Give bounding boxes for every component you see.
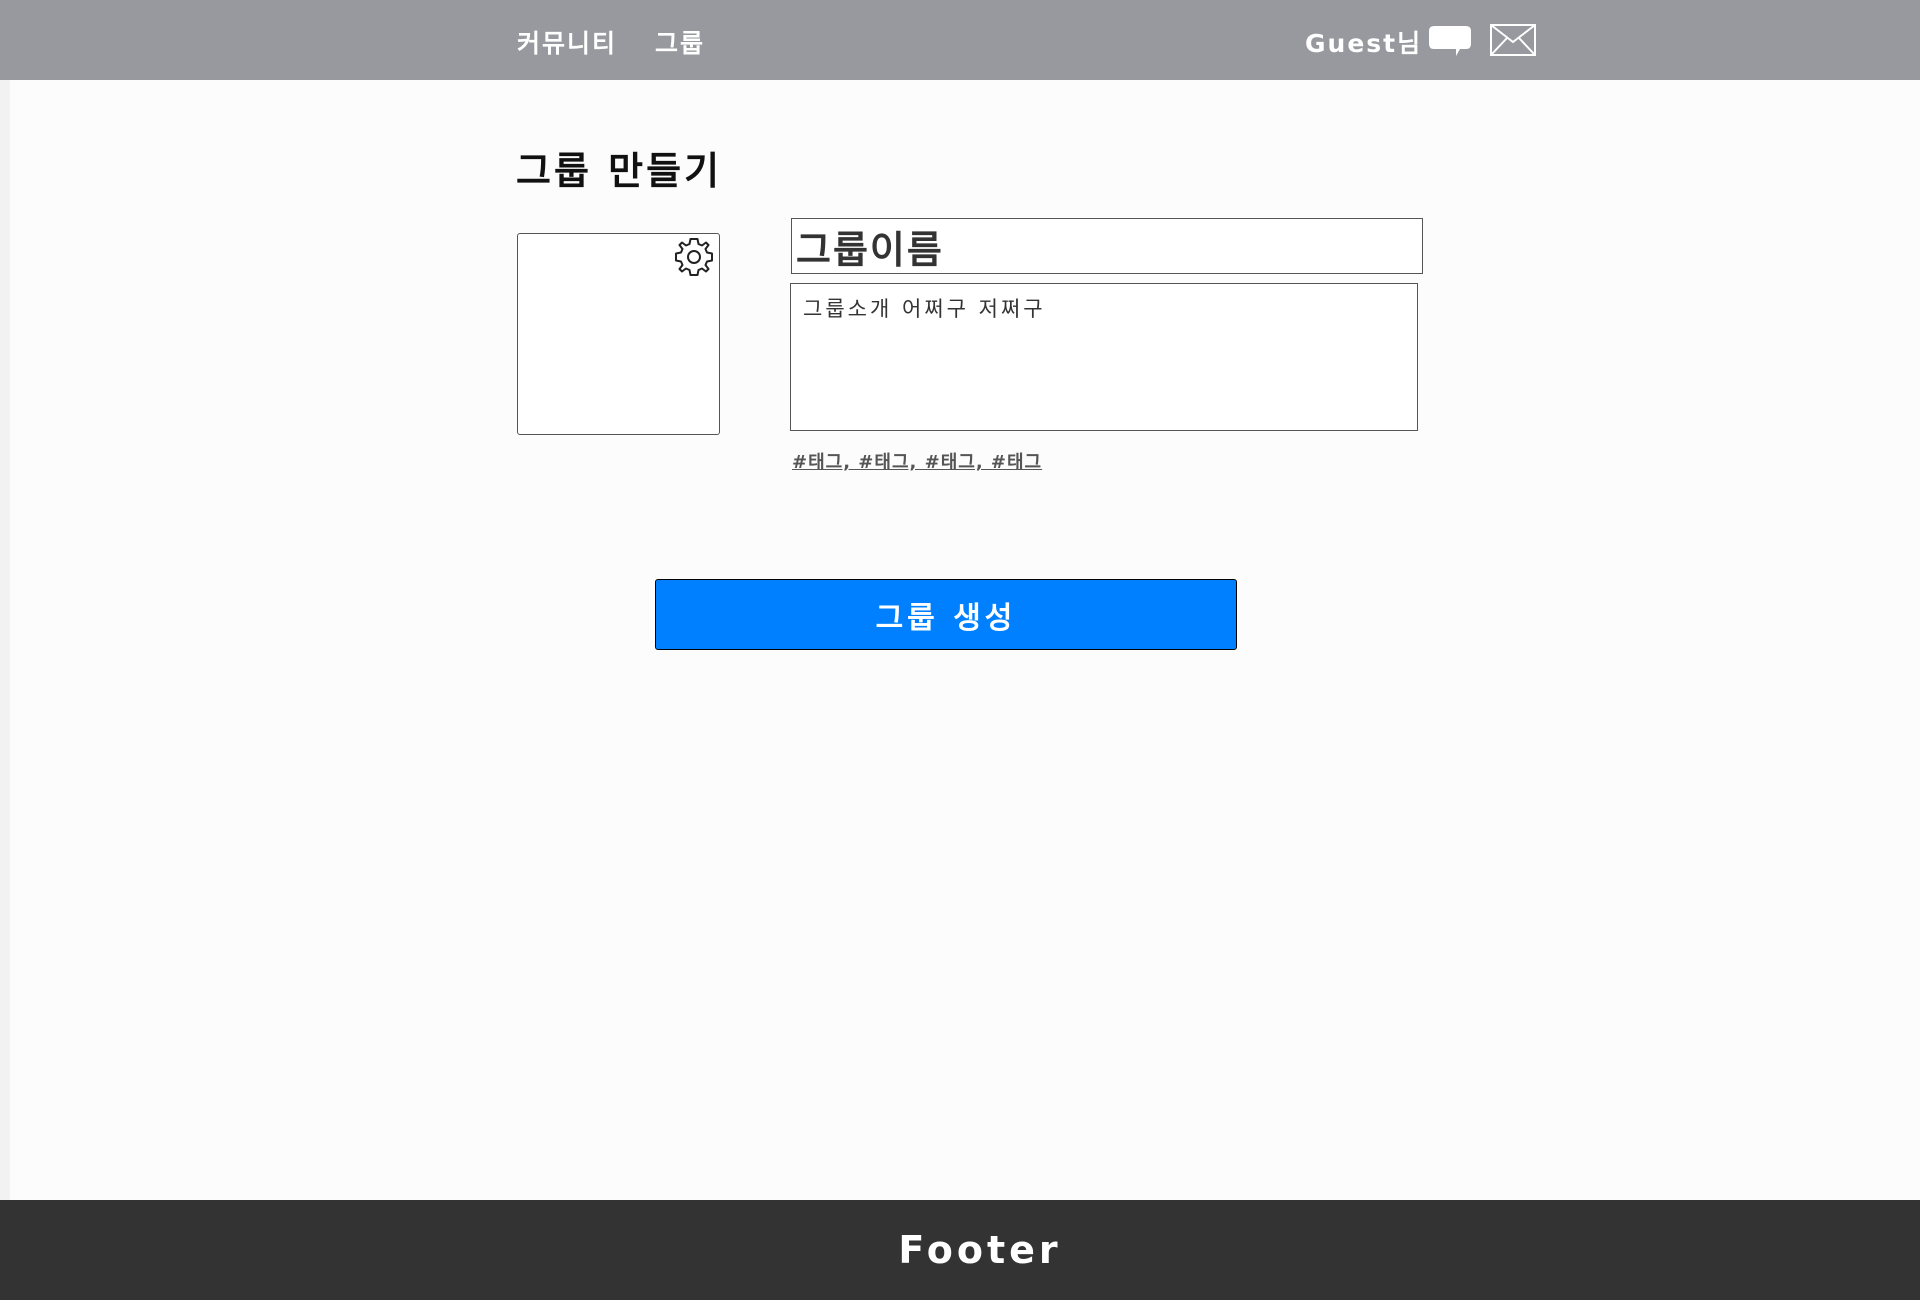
nav-community-link[interactable]: 커뮤니티: [517, 24, 617, 60]
gear-icon[interactable]: [673, 236, 715, 282]
top-navbar: 커뮤니티 그룹 Guest님: [0, 0, 1920, 80]
user-greeting: Guest님: [1305, 29, 1423, 58]
nav-group-link[interactable]: 그룹: [655, 24, 705, 60]
group-name-field[interactable]: [791, 218, 1423, 274]
speech-bubble-icon[interactable]: [1428, 25, 1472, 61]
tags-link[interactable]: #태그, #태그, #태그, #태그: [792, 448, 1042, 474]
create-group-button[interactable]: 그룹 생성: [655, 579, 1237, 650]
footer: Footer: [0, 1200, 1920, 1300]
group-image-upload[interactable]: [517, 233, 720, 435]
group-intro-field[interactable]: 그룹소개 어쩌구 저쩌구: [790, 283, 1418, 431]
page-title: 그룹 만들기: [516, 149, 723, 193]
envelope-icon[interactable]: [1490, 24, 1536, 60]
footer-text: Footer: [898, 1228, 1062, 1272]
left-margin-strip: [0, 80, 10, 1200]
